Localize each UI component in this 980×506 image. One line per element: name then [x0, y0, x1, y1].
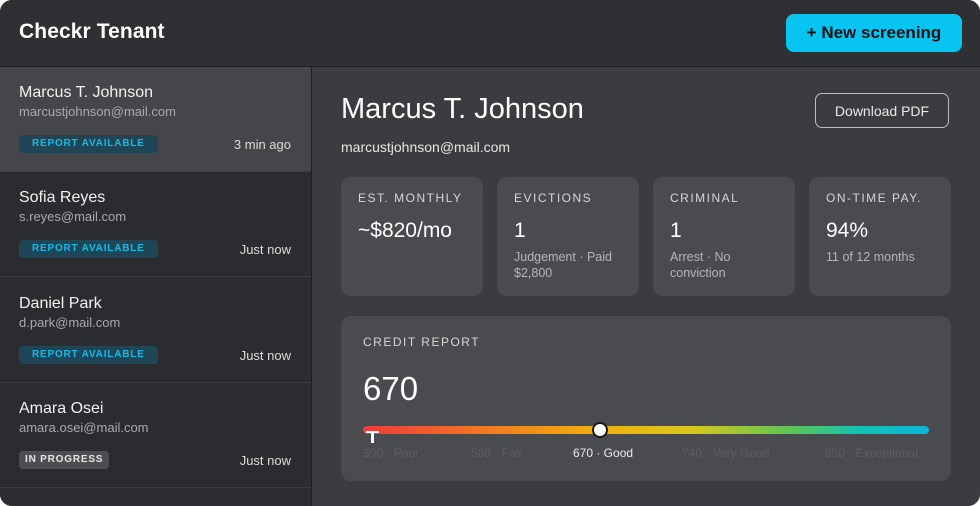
candidate-name: Marcus T. Johnson [19, 84, 153, 101]
candidate-item-sofia-reyes[interactable]: Sofia Reyes s.reyes@mail.com REPORT AVAI… [0, 172, 311, 277]
stat-value: 94% [826, 219, 869, 242]
detail-email: marcustjohnson@mail.com [341, 139, 511, 155]
stat-card-evictions: EVICTIONS 1 Judgement · Paid $2,800 [497, 177, 639, 296]
candidate-email: s.reyes@mail.com [19, 209, 127, 224]
stat-card-on-time-pay: ON-TIME PAY. 94% 11 of 12 months [809, 177, 951, 296]
stat-label: EST. MONTHLY [358, 191, 463, 205]
download-pdf-button[interactable]: Download PDF [815, 93, 949, 128]
credit-score: 670 [363, 370, 419, 407]
stat-subtext: 11 of 12 months [826, 250, 915, 264]
credit-label: CREDIT REPORT [363, 335, 481, 349]
app-header: Checkr Tenant + New screening [0, 0, 980, 67]
candidate-name: Daniel Park [19, 295, 102, 312]
stat-label: CRIMINAL [670, 191, 740, 205]
candidate-time: Just now [239, 348, 291, 363]
candidate-name: Amara Osei [19, 400, 104, 417]
scale-label-very-good: 740 · Very Good [682, 446, 770, 460]
stat-label: EVICTIONS [514, 191, 593, 205]
status-badge: REPORT AVAILABLE [19, 346, 158, 364]
status-badge: IN PROGRESS [19, 451, 110, 469]
candidate-email: amara.osei@mail.com [19, 420, 149, 435]
stat-value: 1 [670, 219, 682, 242]
stat-subtext: Judgement · Paid $2,800 [514, 250, 612, 280]
scale-label-good: 670 · Good [573, 446, 634, 460]
scale-label-exceptional: 850 · Exceptional [825, 446, 918, 460]
app-window: Checkr Tenant + New screening Marcus T. … [0, 0, 980, 506]
stat-subtext: Arrest · No conviction [670, 250, 731, 280]
app-title: Checkr Tenant [19, 20, 165, 43]
stat-card-criminal: CRIMINAL 1 Arrest · No conviction [653, 177, 795, 296]
candidate-email: d.park@mail.com [19, 315, 121, 330]
scale-label-poor: 300 · Poor [363, 446, 420, 460]
candidate-detail-panel: Marcus T. Johnson marcustjohnson@mail.co… [312, 67, 980, 506]
stat-value: 1 [514, 219, 526, 242]
scale-label-fair: 580 · Fair [471, 446, 523, 460]
score-marker [592, 422, 609, 438]
candidate-email: marcustjohnson@mail.com [19, 104, 176, 119]
stat-value: ~$820/mo [358, 219, 452, 242]
new-screening-button[interactable]: + New screening [786, 14, 962, 52]
candidate-item-amara-osei[interactable]: Amara Osei amara.osei@mail.com IN PROGRE… [0, 383, 311, 488]
candidate-name: Sofia Reyes [19, 189, 106, 206]
stat-label: ON-TIME PAY. [826, 191, 923, 205]
candidate-time: 3 min ago [233, 137, 291, 152]
scale-start-marker [366, 431, 379, 443]
stat-card-est-monthly: EST. MONTHLY ~$820/mo [341, 177, 483, 296]
candidate-list: Marcus T. Johnson marcustjohnson@mail.co… [0, 67, 312, 506]
credit-score-bar [363, 426, 929, 434]
status-badge: REPORT AVAILABLE [19, 135, 158, 153]
candidate-item-marcus-johnson[interactable]: Marcus T. Johnson marcustjohnson@mail.co… [0, 67, 311, 172]
status-badge: REPORT AVAILABLE [19, 240, 158, 258]
candidate-item-daniel-park[interactable]: Daniel Park d.park@mail.com REPORT AVAIL… [0, 278, 311, 383]
detail-name: Marcus T. Johnson [341, 93, 584, 125]
credit-report-card: CREDIT REPORT 670 300 · Poor 580 · Fair … [341, 316, 951, 481]
candidate-time: Just now [239, 242, 291, 257]
candidate-time: Just now [239, 453, 291, 468]
